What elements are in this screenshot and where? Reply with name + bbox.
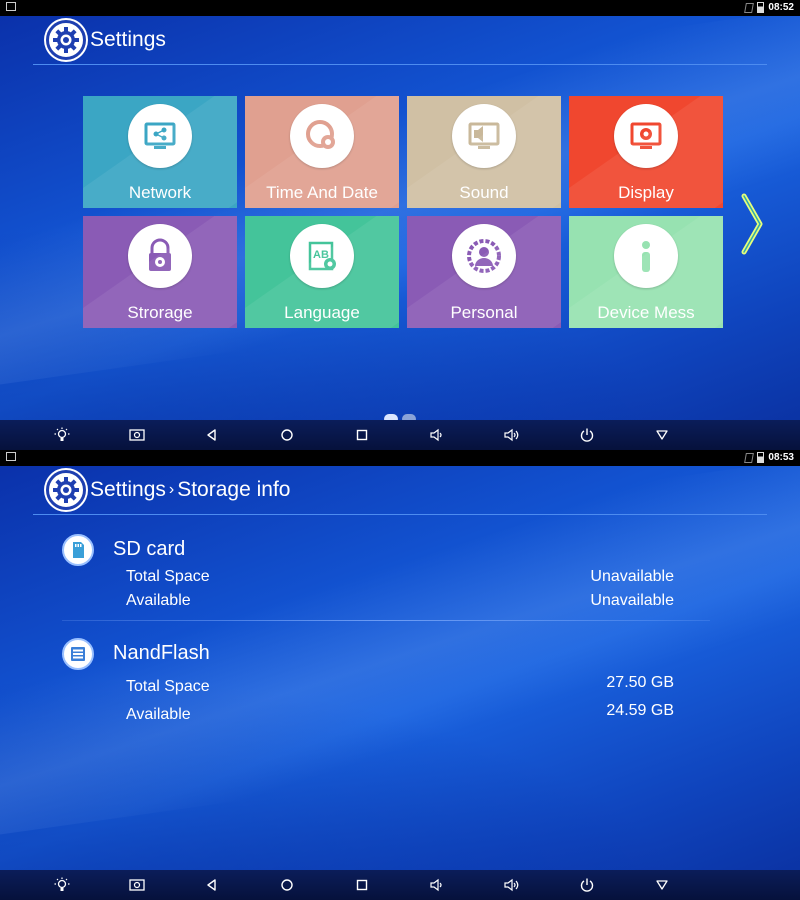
power-icon[interactable]	[579, 877, 595, 893]
home-icon[interactable]	[279, 877, 295, 893]
battery-icon	[757, 452, 765, 463]
header: Settings › Storage info	[46, 470, 290, 510]
tile-storage[interactable]: Strorage	[83, 216, 237, 328]
info-icon	[614, 224, 678, 288]
section-divider	[62, 620, 710, 621]
volume-down-icon[interactable]	[429, 877, 445, 893]
breadcrumb-separator: ›	[168, 481, 175, 498]
no-signal-icon	[744, 452, 755, 463]
tile-personal[interactable]: Personal	[407, 216, 561, 328]
volume-up-icon[interactable]	[504, 427, 520, 443]
tile-label: Sound	[459, 183, 509, 202]
tile-display[interactable]: Display	[569, 96, 723, 208]
power-icon[interactable]	[579, 427, 595, 443]
home-icon[interactable]	[279, 427, 295, 443]
row-value: 24.59 GB	[606, 702, 674, 719]
brightness-icon[interactable]	[54, 427, 70, 443]
display-gear-icon	[614, 104, 678, 168]
status-bar: 08:53	[0, 450, 800, 466]
gallery-notification-icon	[6, 452, 16, 461]
tile-sound[interactable]: Sound	[407, 96, 561, 208]
page-title: Settings	[90, 28, 166, 51]
speaker-monitor-icon	[452, 104, 516, 168]
settings-home-screen: 08:52 Settings Network Time And Date Sou	[0, 0, 800, 450]
back-icon[interactable]	[204, 427, 220, 443]
tile-label: Strorage	[127, 303, 193, 322]
row-label: Total Space	[126, 568, 210, 585]
tile-label: Device Mess	[597, 303, 695, 322]
breadcrumb-current: Storage info	[177, 478, 291, 501]
person-gear-icon	[452, 224, 516, 288]
next-page-chevron-icon[interactable]	[740, 192, 764, 256]
recents-icon[interactable]	[354, 877, 370, 893]
header-divider	[33, 64, 767, 65]
tile-label: Time And Date	[266, 183, 378, 202]
storage-list-icon	[62, 638, 94, 670]
row-value: 27.50 GB	[606, 674, 674, 691]
section-title: SD card	[113, 538, 186, 560]
tile-label: Personal	[450, 303, 518, 322]
recents-icon[interactable]	[354, 427, 370, 443]
system-nav-bar	[0, 870, 800, 900]
network-monitor-icon	[128, 104, 192, 168]
row-label: Total Space	[126, 678, 210, 695]
hide-bar-icon[interactable]	[654, 427, 670, 443]
row-value: Unavailable	[590, 568, 674, 585]
settings-tile-grid: Network Time And Date Sound Display Stro…	[83, 96, 723, 328]
tile-label: Language	[284, 303, 360, 322]
tile-network[interactable]: Network	[83, 96, 237, 208]
status-bar: 08:52	[0, 0, 800, 16]
screenshot-icon[interactable]	[129, 877, 145, 893]
section-title: NandFlash	[113, 642, 210, 664]
row-label: Available	[126, 706, 191, 723]
gallery-notification-icon	[6, 2, 16, 11]
screenshot-icon[interactable]	[129, 427, 145, 443]
volume-up-icon[interactable]	[504, 877, 520, 893]
status-time: 08:53	[768, 452, 794, 463]
clock-gear-icon	[290, 104, 354, 168]
back-icon[interactable]	[204, 877, 220, 893]
row-value: Unavailable	[590, 592, 674, 609]
header: Settings	[46, 20, 166, 60]
system-nav-bar	[0, 420, 800, 450]
tile-device-info[interactable]: Device Mess	[569, 216, 723, 328]
tile-label: Network	[128, 183, 192, 202]
ab-language-icon: AB	[290, 224, 354, 288]
svg-text:AB: AB	[313, 249, 329, 261]
volume-down-icon[interactable]	[429, 427, 445, 443]
tile-time-and-date[interactable]: Time And Date	[245, 96, 399, 208]
padlock-gear-icon	[128, 224, 192, 288]
storage-info-screen: 08:53 Settings › Storage info SD card To…	[0, 450, 800, 900]
hide-bar-icon[interactable]	[654, 877, 670, 893]
sd-card-section: SD card Total Space Unavailable Availabl…	[62, 534, 702, 614]
settings-gear-icon	[46, 20, 86, 60]
sd-card-icon	[62, 534, 94, 566]
breadcrumb-root[interactable]: Settings	[90, 478, 166, 502]
no-signal-icon	[744, 2, 755, 13]
tile-language[interactable]: AB Language	[245, 216, 399, 328]
tile-label: Display	[618, 183, 674, 202]
brightness-icon[interactable]	[54, 877, 70, 893]
nandflash-section: NandFlash Total Space 27.50 GB Available…	[62, 638, 702, 728]
header-divider	[33, 514, 767, 515]
status-time: 08:52	[768, 2, 794, 13]
settings-gear-icon[interactable]	[46, 470, 86, 510]
row-label: Available	[126, 592, 191, 609]
battery-icon	[757, 2, 765, 13]
